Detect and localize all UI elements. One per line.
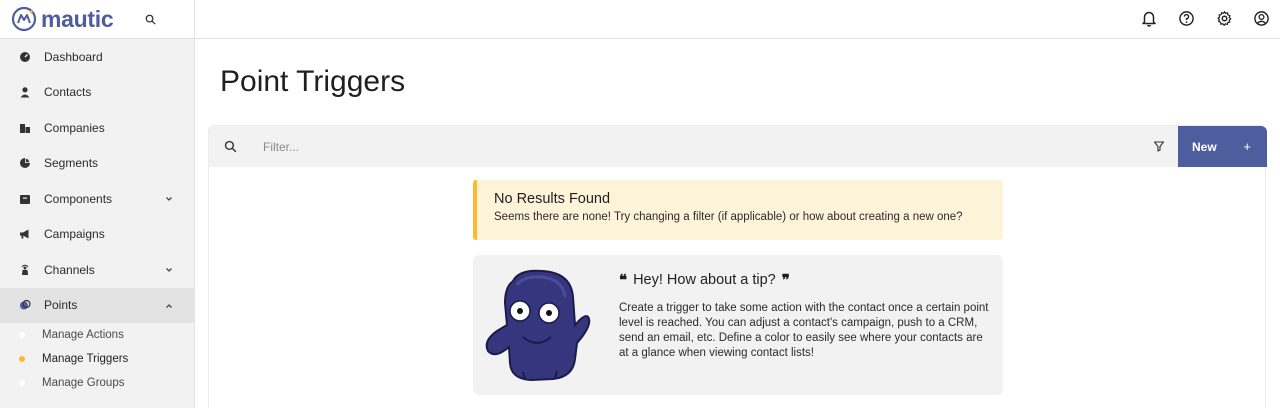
sidebar-item-segments[interactable]: Segments (0, 146, 194, 182)
chevron-down-icon (166, 268, 172, 272)
no-results-alert: No Results Found Seems there are none! T… (473, 180, 1003, 240)
speedometer-icon (18, 50, 32, 64)
help-icon[interactable] (1176, 8, 1196, 28)
rss-icon (18, 263, 32, 277)
sidebar-subitem-label: Manage Groups (42, 377, 125, 389)
sidebar-item-label: Campaigns (44, 227, 105, 242)
bullet-dot-icon (19, 332, 25, 338)
sidebar-item-label: Components (44, 191, 113, 206)
tip-box: ❝ Hey! How about a tip? ❞ Create a trigg… (473, 255, 1003, 395)
open-quote-icon: ❝ (619, 272, 628, 289)
sidebar-item-label: Companies (44, 120, 105, 135)
close-quote-icon: ❞ (781, 272, 790, 289)
building-icon (18, 121, 32, 135)
sidebar-item-label: Channels (44, 262, 95, 277)
sidebar-item-contacts[interactable]: Contacts (0, 75, 194, 111)
mautic-logo[interactable]: mautic (11, 5, 114, 33)
tip-title: ❝ Hey! How about a tip? ❞ (619, 271, 790, 289)
alert-text: Seems there are none! Try changing a fil… (494, 211, 963, 223)
sidebar: mautic Dashboard Contacts Companies Segm… (0, 0, 195, 408)
filter-input[interactable] (263, 137, 863, 157)
main-content: Point Triggers New + No Results Found Se… (195, 40, 1280, 408)
search-icon (224, 140, 237, 153)
sidebar-item-companies[interactable]: Companies (0, 110, 194, 146)
chevron-up-icon (166, 303, 172, 308)
plus-icon: + (1243, 139, 1251, 154)
sidebar-item-label: Contacts (44, 85, 92, 100)
list-panel: New + No Results Found Seems there are n… (208, 125, 1267, 408)
page-title: Point Triggers (220, 65, 406, 98)
new-button[interactable]: New + (1178, 126, 1267, 167)
brand-name: mautic (41, 5, 114, 32)
megaphone-icon (18, 227, 32, 241)
coins-icon (18, 298, 32, 312)
sidebar-item-channels[interactable]: Channels (0, 252, 194, 288)
pie-chart-icon (18, 156, 32, 170)
sidebar-item-points[interactable]: Points (0, 287, 194, 323)
search-icon[interactable] (143, 12, 157, 26)
sidebar-item-label: Points (44, 298, 78, 313)
account-icon[interactable] (1251, 8, 1271, 28)
new-button-label: New (1192, 139, 1217, 154)
sidebar-item-components[interactable]: Components (0, 181, 194, 217)
tip-body: Create a trigger to take some action wit… (619, 302, 989, 359)
sidebar-subitem-manage-triggers[interactable]: Manage Triggers (0, 347, 194, 371)
settings-icon[interactable] (1214, 8, 1234, 28)
sidebar-item-dashboard[interactable]: Dashboard (0, 39, 194, 75)
chevron-down-icon (166, 197, 172, 201)
sidebar-item-label: Segments (44, 156, 99, 171)
filter-funnel-icon[interactable] (1153, 140, 1165, 152)
sidebar-subitem-manage-groups[interactable]: Manage Groups (0, 371, 194, 395)
sidebar-nav: Dashboard Contacts Companies Segments Co… (0, 39, 194, 323)
top-bar (195, 0, 1280, 39)
sidebar-subitem-label: Manage Actions (42, 329, 124, 341)
archive-icon (18, 192, 32, 206)
list-toolbar: New + (209, 126, 1267, 167)
sidebar-subitem-manage-actions[interactable]: Manage Actions (0, 323, 194, 347)
points-subnav: Manage Actions Manage Triggers Manage Gr… (0, 323, 194, 395)
bullet-dot-icon (19, 356, 25, 362)
bell-icon[interactable] (1139, 8, 1159, 28)
mautic-logo-icon (11, 6, 37, 32)
mautic-mascot-illustration (485, 269, 591, 382)
bullet-dot-icon (19, 380, 25, 386)
sidebar-subitem-label: Manage Triggers (42, 353, 129, 365)
user-icon (18, 85, 32, 99)
alert-title: No Results Found (494, 191, 611, 207)
tip-title-text: Hey! How about a tip? (633, 272, 776, 288)
brand-bar: mautic (0, 0, 194, 39)
sidebar-item-label: Dashboard (44, 49, 103, 64)
sidebar-item-campaigns[interactable]: Campaigns (0, 217, 194, 253)
